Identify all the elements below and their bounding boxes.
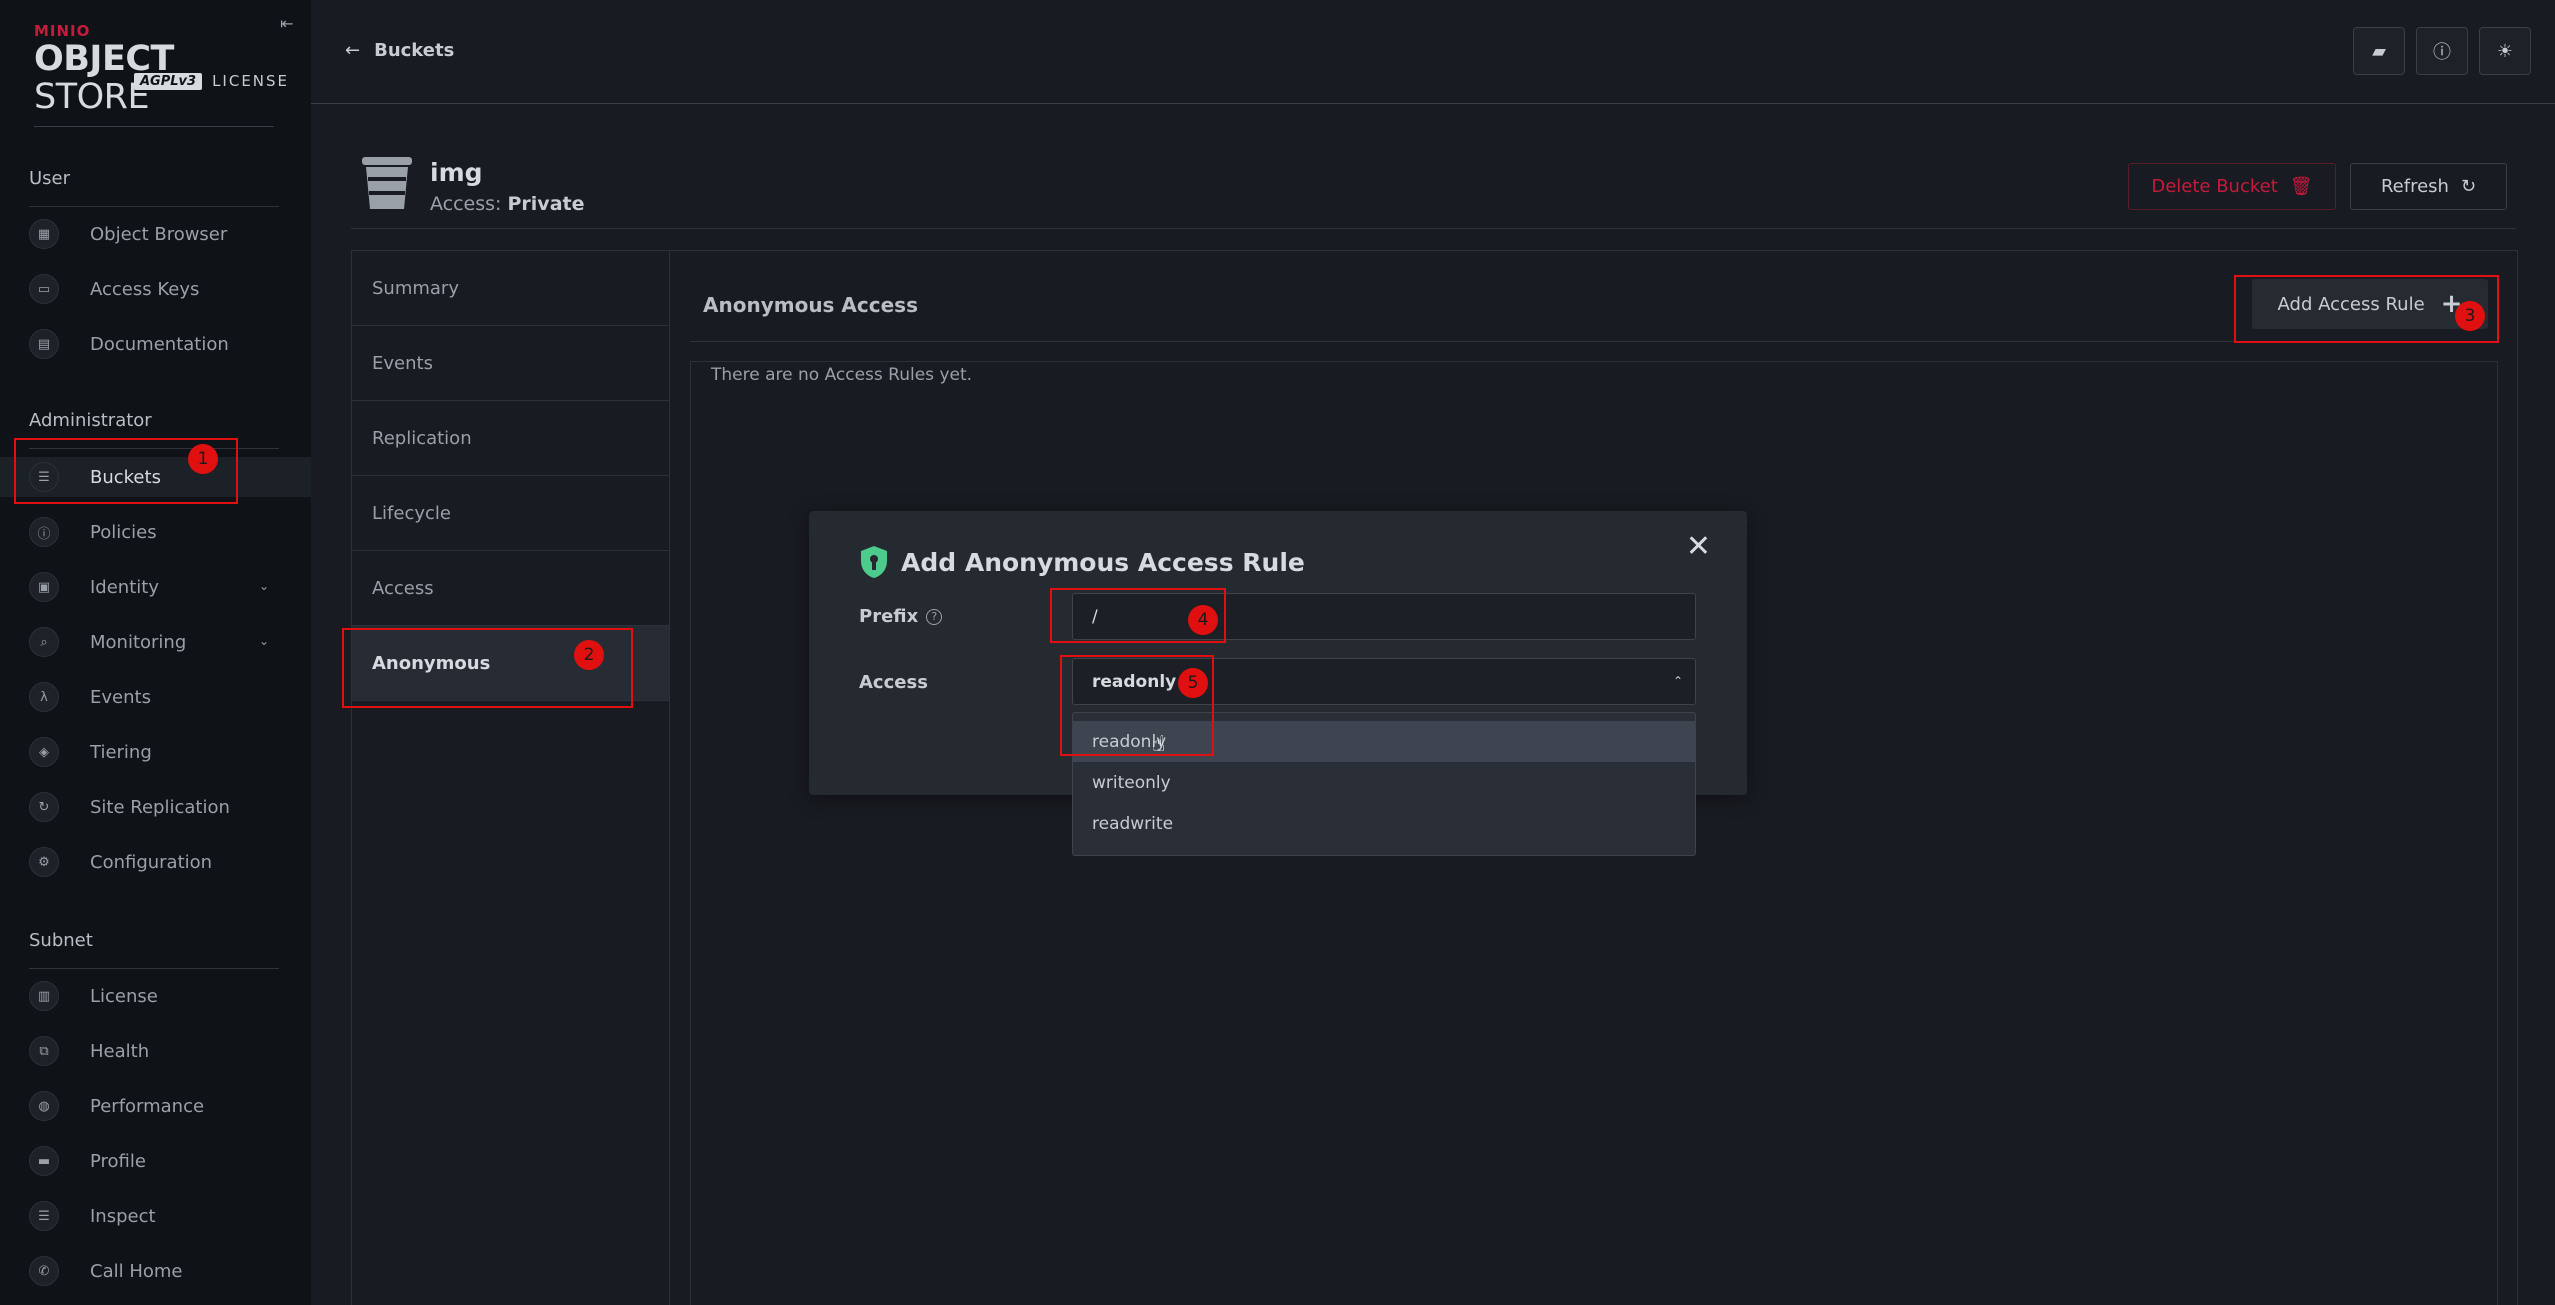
license-icon: ▥: [29, 981, 59, 1011]
bucket-access-level: Access: Private: [430, 193, 585, 215]
help-icon: ⓘ: [2433, 42, 2451, 63]
back-to-buckets-link[interactable]: ← Buckets: [345, 40, 454, 61]
refresh-icon: ↻: [2460, 176, 2477, 197]
divider: [34, 126, 274, 127]
tiering-icon: ◈: [29, 737, 59, 767]
annotation-badge-5: 5: [1178, 668, 1208, 698]
logo: MINIO OBJECT STORE AGPLv3 LICENSE: [34, 22, 287, 116]
annotation-badge-1: 1: [188, 444, 218, 474]
delete-bucket-button[interactable]: Delete Bucket 🗑: [2128, 163, 2336, 210]
license-label: LICENSE: [212, 72, 290, 90]
sidebar-item-inspect[interactable]: ☰ Inspect: [29, 1196, 289, 1236]
option-readwrite[interactable]: readwrite: [1073, 803, 1695, 844]
object-browser-icon: ▦: [29, 219, 59, 249]
policies-icon: ⓘ: [29, 517, 59, 547]
top-bar: ← Buckets ▰ ⓘ ☀: [311, 0, 2555, 104]
modal-title: Add Anonymous Access Rule: [859, 545, 1305, 579]
divider: [690, 341, 2498, 342]
sidebar-item-policies[interactable]: ⓘ Policies: [29, 512, 289, 552]
health-icon: ⧉: [29, 1036, 59, 1066]
gear-icon: ⚙: [29, 847, 59, 877]
sidebar-item-access-keys[interactable]: ▭ Access Keys: [29, 269, 289, 309]
inspect-icon: ☰: [29, 1201, 59, 1231]
tab-replication[interactable]: Replication: [352, 401, 669, 476]
close-icon[interactable]: ✕: [1686, 529, 1711, 564]
sidebar-item-configuration[interactable]: ⚙ Configuration: [29, 842, 289, 882]
prefix-label: Prefix ?: [859, 606, 943, 627]
bucket-tabs: Summary Events Replication Lifecycle Acc…: [351, 250, 670, 1305]
sidebar-item-documentation[interactable]: ▤ Documentation: [29, 324, 289, 364]
chevron-up-icon: ⌃: [1672, 674, 1683, 688]
folder-button[interactable]: ▰: [2353, 27, 2405, 75]
sun-icon: ☀: [2496, 40, 2514, 62]
sidebar-item-tiering[interactable]: ◈ Tiering: [29, 732, 289, 772]
site-replication-icon: ↻: [29, 792, 59, 822]
sidebar-item-events[interactable]: λ Events: [29, 677, 289, 717]
empty-state-text: There are no Access Rules yet.: [711, 365, 973, 385]
sidebar-item-object-browser[interactable]: ▦ Object Browser: [29, 214, 289, 254]
option-writeonly[interactable]: writeonly: [1073, 762, 1695, 803]
section-title-subnet: Subnet: [29, 930, 93, 951]
logo-brand: MINIO: [34, 22, 91, 40]
access-label: Access: [859, 672, 928, 693]
theme-toggle-button[interactable]: ☀: [2479, 27, 2531, 75]
annotation-badge-4: 4: [1188, 605, 1218, 635]
lambda-icon: λ: [29, 682, 59, 712]
collapse-sidebar-icon[interactable]: ⇤: [280, 14, 300, 34]
annotation-badge-3: 3: [2455, 301, 2485, 331]
annotation-badge-2: 2: [574, 640, 604, 670]
help-button[interactable]: ⓘ: [2416, 27, 2468, 75]
folder-icon: ▰: [2372, 40, 2386, 62]
tab-events[interactable]: Events: [352, 326, 669, 401]
section-title-administrator: Administrator: [29, 410, 152, 431]
chevron-down-icon: ⌄: [258, 634, 269, 648]
sidebar-item-site-replication[interactable]: ↻ Site Replication: [29, 787, 289, 827]
bucket-header-icon: [362, 157, 412, 209]
performance-icon: ◍: [29, 1091, 59, 1121]
shield-icon: [861, 546, 887, 578]
license-badge: AGPLv3: [134, 72, 203, 90]
divider: [351, 228, 2516, 229]
identity-icon: ▣: [29, 572, 59, 602]
tab-summary[interactable]: Summary: [352, 251, 669, 326]
profile-icon: ▬: [29, 1146, 59, 1176]
trash-icon: 🗑: [2289, 176, 2313, 197]
section-title-user: User: [29, 168, 71, 189]
monitoring-icon: ⌕: [29, 627, 59, 657]
sidebar-item-profile[interactable]: ▬ Profile: [29, 1141, 289, 1181]
documentation-icon: ▤: [29, 329, 59, 359]
sidebar-item-call-home[interactable]: ✆ Call Home: [29, 1251, 289, 1291]
access-keys-icon: ▭: [29, 274, 59, 304]
tab-lifecycle[interactable]: Lifecycle: [352, 476, 669, 551]
sidebar: MINIO OBJECT STORE AGPLv3 LICENSE ⇤ User…: [0, 0, 311, 1305]
chevron-down-icon: ⌄: [258, 579, 269, 593]
tab-access[interactable]: Access: [352, 551, 669, 626]
help-icon[interactable]: ?: [926, 608, 943, 625]
bucket-name: img: [430, 158, 483, 187]
sidebar-item-identity[interactable]: ▣ Identity ⌄: [29, 567, 289, 607]
refresh-button[interactable]: Refresh ↻: [2350, 163, 2507, 210]
panel-title: Anonymous Access: [703, 293, 918, 317]
sidebar-item-health[interactable]: ⧉ Health: [29, 1031, 289, 1071]
sidebar-item-performance[interactable]: ◍ Performance: [29, 1086, 289, 1126]
sidebar-item-license[interactable]: ▥ License: [29, 976, 289, 1016]
call-home-icon: ✆: [29, 1256, 59, 1286]
arrow-left-icon: ←: [345, 40, 361, 61]
sidebar-item-monitoring[interactable]: ⌕ Monitoring ⌄: [29, 622, 289, 662]
